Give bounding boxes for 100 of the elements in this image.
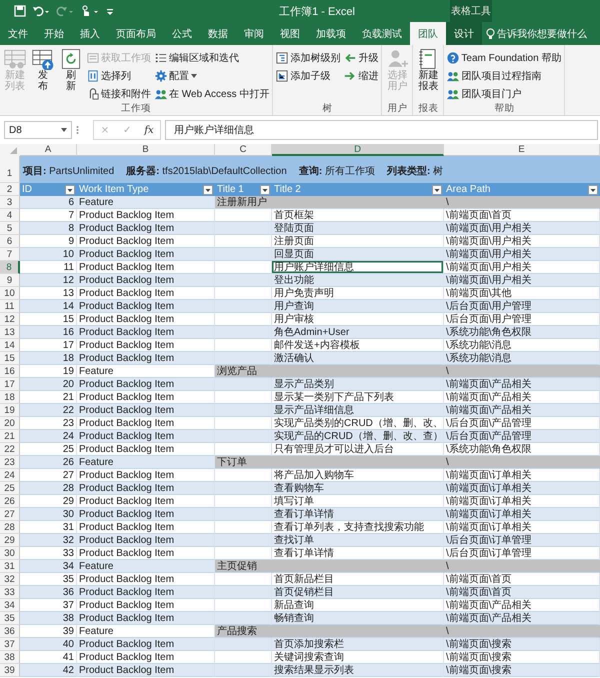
row-number[interactable]: 25 <box>0 482 20 495</box>
column-header[interactable]: D <box>272 144 444 156</box>
row-number[interactable]: 33 <box>0 586 20 599</box>
ribbon-tab[interactable]: 公式 <box>164 22 200 45</box>
ribbon-button[interactable]: Team Foundation 帮助 <box>446 49 562 66</box>
formula-button[interactable]: fx <box>138 124 160 136</box>
ribbon-button[interactable]: 在 Web Access 中打开 <box>154 85 270 102</box>
row-number[interactable]: 20 <box>0 417 20 430</box>
row-number[interactable]: 10 <box>0 287 20 300</box>
row-number[interactable]: 31 <box>0 560 20 573</box>
row-number[interactable]: 11 <box>0 300 20 313</box>
ribbon-tab[interactable]: 插入 <box>72 22 108 45</box>
ribbon-tab[interactable]: 设计 <box>446 22 482 45</box>
row-number[interactable]: 36 <box>0 625 20 638</box>
ribbon-tab[interactable]: 文件 <box>0 22 36 45</box>
ribbon-button[interactable]: 添加树级别 <box>275 49 342 66</box>
row-number[interactable]: 2 <box>0 183 20 196</box>
table-cell[interactable]: 显示产品类别 <box>272 378 444 391</box>
row-number[interactable]: 37 <box>0 638 20 651</box>
ribbon-tab[interactable]: 视图 <box>272 22 308 45</box>
row-number[interactable]: 1 <box>0 156 20 183</box>
ribbon-button[interactable]: 发布 <box>30 47 56 102</box>
table-cell[interactable]: 激活确认 <box>272 352 444 365</box>
row-number[interactable]: 4 <box>0 209 20 222</box>
ribbon-button[interactable]: 新建报表 <box>415 47 442 102</box>
table-cell: 32 <box>20 534 77 547</box>
row-number[interactable]: 22 <box>0 443 20 456</box>
row-number[interactable]: 12 <box>0 313 20 326</box>
column-header[interactable]: C <box>215 144 272 156</box>
formula-field[interactable]: 用户账户详细信息 <box>165 120 598 140</box>
ribbon-button[interactable]: 团队项目过程指南 <box>446 67 562 84</box>
row-number[interactable]: 38 <box>0 651 20 664</box>
row-number[interactable]: 15 <box>0 352 20 365</box>
ribbon-tab[interactable]: 数据 <box>200 22 236 45</box>
row-number[interactable]: 27 <box>0 508 20 521</box>
people-icon <box>155 88 167 100</box>
ribbon-button[interactable]: 链接和附件 <box>86 85 152 102</box>
ribbon-tab[interactable]: 团队 <box>410 22 446 45</box>
ribbon-tab[interactable]: 页面布局 <box>108 22 164 45</box>
table-cell[interactable]: 用户查询 <box>272 300 444 313</box>
row-number[interactable]: 28 <box>0 521 20 534</box>
ribbon-tab[interactable]: 负载测试 <box>354 22 410 45</box>
table-cell[interactable]: 查看订单详情 <box>272 508 444 521</box>
row-number[interactable]: 34 <box>0 599 20 612</box>
table-cell[interactable]: 角色Admin+User <box>272 326 444 339</box>
table-cell: \前端页面\产品相关 <box>444 404 600 417</box>
table-cell: \ <box>444 625 600 638</box>
table-cell[interactable]: 用户账户详细信息 <box>272 261 444 274</box>
ribbon-button[interactable]: 团队项目门户 <box>446 85 562 102</box>
table-cell[interactable]: 首页添加搜索栏 <box>272 638 444 651</box>
row-number[interactable]: 9 <box>0 274 20 287</box>
table-cell[interactable]: 查找订单 <box>272 534 444 547</box>
column-header[interactable]: B <box>77 144 215 156</box>
row-number[interactable]: 5 <box>0 222 20 235</box>
row-number[interactable]: 7 <box>0 248 20 261</box>
table-cell[interactable]: 搜索结果显示列表 <box>272 664 444 677</box>
ribbon-tab[interactable]: 开始 <box>36 22 72 45</box>
column-header[interactable]: A <box>20 144 77 156</box>
row-number[interactable]: 29 <box>0 534 20 547</box>
name-box[interactable]: D8 <box>4 121 72 139</box>
column-header[interactable]: E <box>444 144 600 156</box>
ribbon-tab[interactable]: 加载项 <box>308 22 354 45</box>
redo-icon <box>56 5 74 17</box>
ribbon-button[interactable]: 升级 <box>343 49 380 66</box>
ribbon-button[interactable]: 添加子级 <box>275 67 342 84</box>
row-number[interactable]: 23 <box>0 456 20 469</box>
table-cell[interactable]: 回显页面 <box>272 248 444 261</box>
table-cell[interactable]: 登陆页面 <box>272 222 444 235</box>
table-cell[interactable]: 登出功能 <box>272 274 444 287</box>
ribbon-button[interactable]: 缩进 <box>343 67 380 84</box>
row-number[interactable]: 6 <box>0 235 20 248</box>
row-number[interactable]: 24 <box>0 469 20 482</box>
row-number[interactable]: 8 <box>0 261 20 274</box>
row-number[interactable]: 39 <box>0 664 20 677</box>
row-number[interactable]: 17 <box>0 378 20 391</box>
row-number[interactable]: 35 <box>0 612 20 625</box>
ribbon-button[interactable]: 刷新 <box>58 47 84 102</box>
table-cell[interactable]: 实现产品的CRUD（增、删、改、查） <box>272 430 444 443</box>
table-upload-icon <box>31 48 55 70</box>
ribbon-tab[interactable]: 审阅 <box>236 22 272 45</box>
row-number[interactable]: 13 <box>0 326 20 339</box>
tell-me-field[interactable]: 告诉我你想要做什么 <box>482 22 587 45</box>
row-number[interactable]: 19 <box>0 404 20 417</box>
row-number[interactable]: 14 <box>0 339 20 352</box>
table-cell[interactable]: 显示产品详细信息 <box>272 404 444 417</box>
row-number[interactable]: 32 <box>0 573 20 586</box>
table-cell[interactable]: 查看购物车 <box>272 482 444 495</box>
row-number[interactable]: 3 <box>0 196 20 209</box>
row-number[interactable]: 30 <box>0 547 20 560</box>
row-number[interactable]: 16 <box>0 365 20 378</box>
table-cell <box>215 482 272 495</box>
table-cell: 下订单 <box>215 456 272 469</box>
row-number[interactable]: 21 <box>0 430 20 443</box>
table-cell[interactable]: 首页促销栏目 <box>272 586 444 599</box>
row-number[interactable]: 26 <box>0 495 20 508</box>
ribbon-button[interactable]: 编辑区域和迭代 <box>154 49 270 66</box>
ribbon-button[interactable]: 选择列 <box>86 67 152 84</box>
ribbon-button[interactable]: 配置 <box>154 67 270 84</box>
row-number[interactable]: 18 <box>0 391 20 404</box>
table-cell[interactable]: 畅销查询 <box>272 612 444 625</box>
